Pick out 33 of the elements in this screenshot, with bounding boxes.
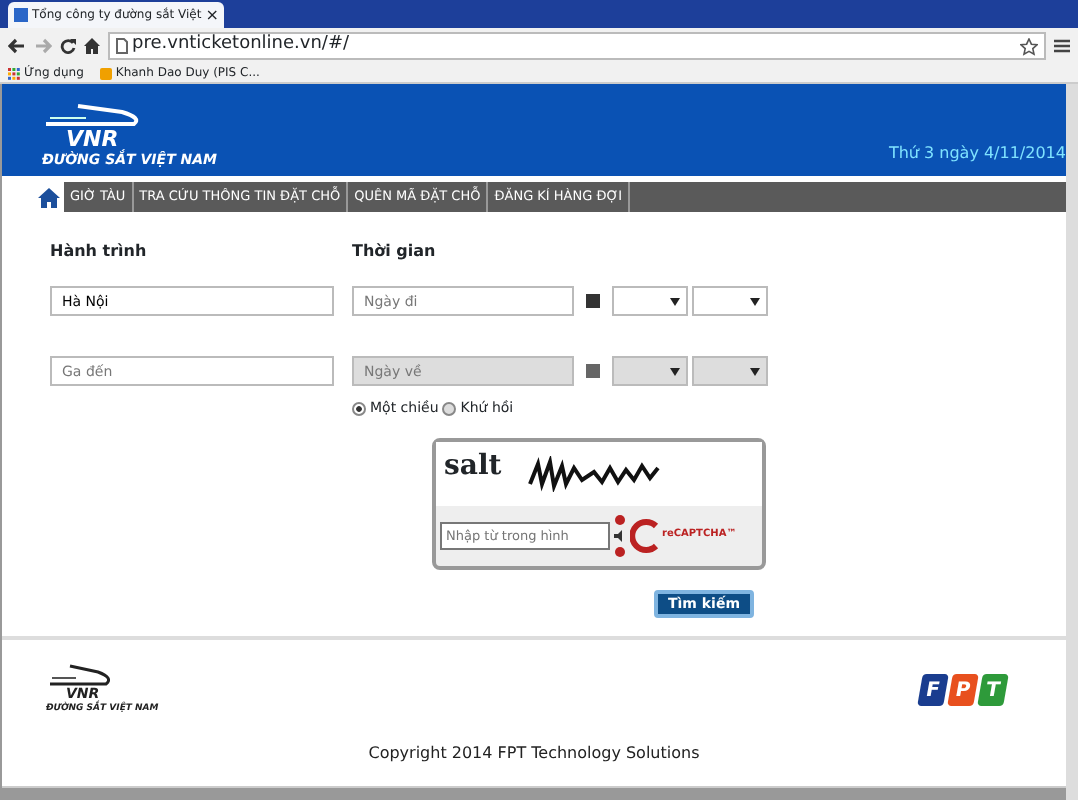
caret-icon: [750, 297, 760, 305]
date-text: Thứ 3 ngày 4/11/2014: [888, 142, 1066, 166]
train-logo-icon: [42, 104, 142, 128]
section-heading: Hành trình: [50, 244, 149, 260]
apps-grid-icon: [8, 67, 20, 79]
back-icon[interactable]: [8, 38, 26, 54]
logo-letter: T: [977, 674, 1009, 707]
page-icon: [116, 38, 128, 54]
captcha-word: salt: [444, 451, 502, 479]
menu-icon[interactable]: [1054, 38, 1070, 54]
logo-text: VNR: [66, 128, 119, 150]
logo-letter: F: [917, 674, 949, 707]
reload-icon[interactable]: [60, 38, 76, 54]
recaptcha-logo-icon: [630, 517, 662, 553]
caret-icon: [670, 367, 680, 375]
section-heading: Thời gian: [352, 244, 438, 260]
home-icon: [37, 187, 59, 207]
home-icon[interactable]: [84, 38, 100, 54]
help-icon[interactable]: [614, 545, 626, 557]
address-bar[interactable]: pre.vnticketonline.vn/#/: [108, 32, 1046, 60]
star-icon[interactable]: [1020, 37, 1038, 55]
vertical-scrollbar[interactable]: [1066, 84, 1078, 800]
bookmark-icon: [99, 67, 112, 79]
logo-letter: P: [947, 674, 979, 707]
copyright-text: Copyright 2014 FPT Technology Solutions: [366, 741, 702, 766]
train-logo-icon: [46, 663, 114, 688]
caret-icon: [750, 367, 760, 375]
refresh-icon[interactable]: [614, 513, 626, 525]
close-tab-button[interactable]: ×: [205, 7, 219, 23]
speaker-icon[interactable]: [614, 529, 626, 541]
caret-icon: [670, 297, 680, 305]
page-icon: [14, 8, 28, 22]
horizontal-scrollbar[interactable]: [2, 786, 1066, 800]
